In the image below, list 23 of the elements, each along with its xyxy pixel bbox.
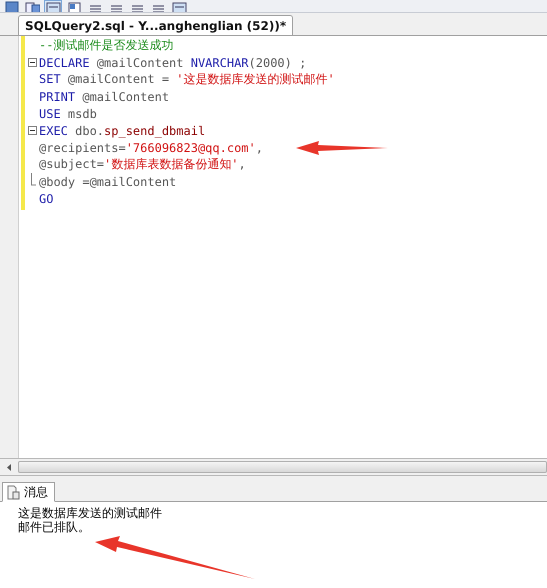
toolbar-icon	[45, 0, 61, 12]
code-line: PRINT @mailContent	[39, 90, 170, 104]
toolbar-icon	[66, 0, 82, 12]
chevron-left-icon	[6, 464, 12, 470]
code-line: USE msdb	[39, 106, 97, 120]
code-line: --测试邮件是否发送成功	[39, 37, 174, 54]
message-text: 这是数据库发送的测试邮件	[18, 506, 163, 520]
message-text: 邮件已排队。	[18, 520, 91, 534]
code-line: @recipients='766096823@qq.com',	[39, 140, 263, 154]
toolbar-button[interactable]	[44, 0, 62, 12]
document-tab[interactable]: SQLQuery2.sql - Y...anghenglian (52))*	[18, 15, 294, 35]
code-line: GO	[39, 192, 54, 206]
code-line: EXEC dbo.sp_send_dbmail	[39, 124, 206, 138]
code-line: DECLARE @mailContent NVARCHAR(2000) ;	[39, 56, 306, 70]
toolbar-icon	[171, 0, 187, 12]
code-line: @subject='数据库表数据备份通知',	[39, 156, 246, 173]
messages-tab[interactable]: 消息	[2, 482, 55, 502]
code-line: @body =@mailContent	[39, 174, 176, 188]
code-line: SET @mailContent = '这是数据库发送的测试邮件'	[39, 71, 335, 88]
collapse-icon[interactable]	[28, 126, 36, 135]
document-icon	[7, 484, 20, 500]
collapse-icon[interactable]	[28, 58, 36, 67]
toolbar-button[interactable]	[170, 0, 188, 12]
